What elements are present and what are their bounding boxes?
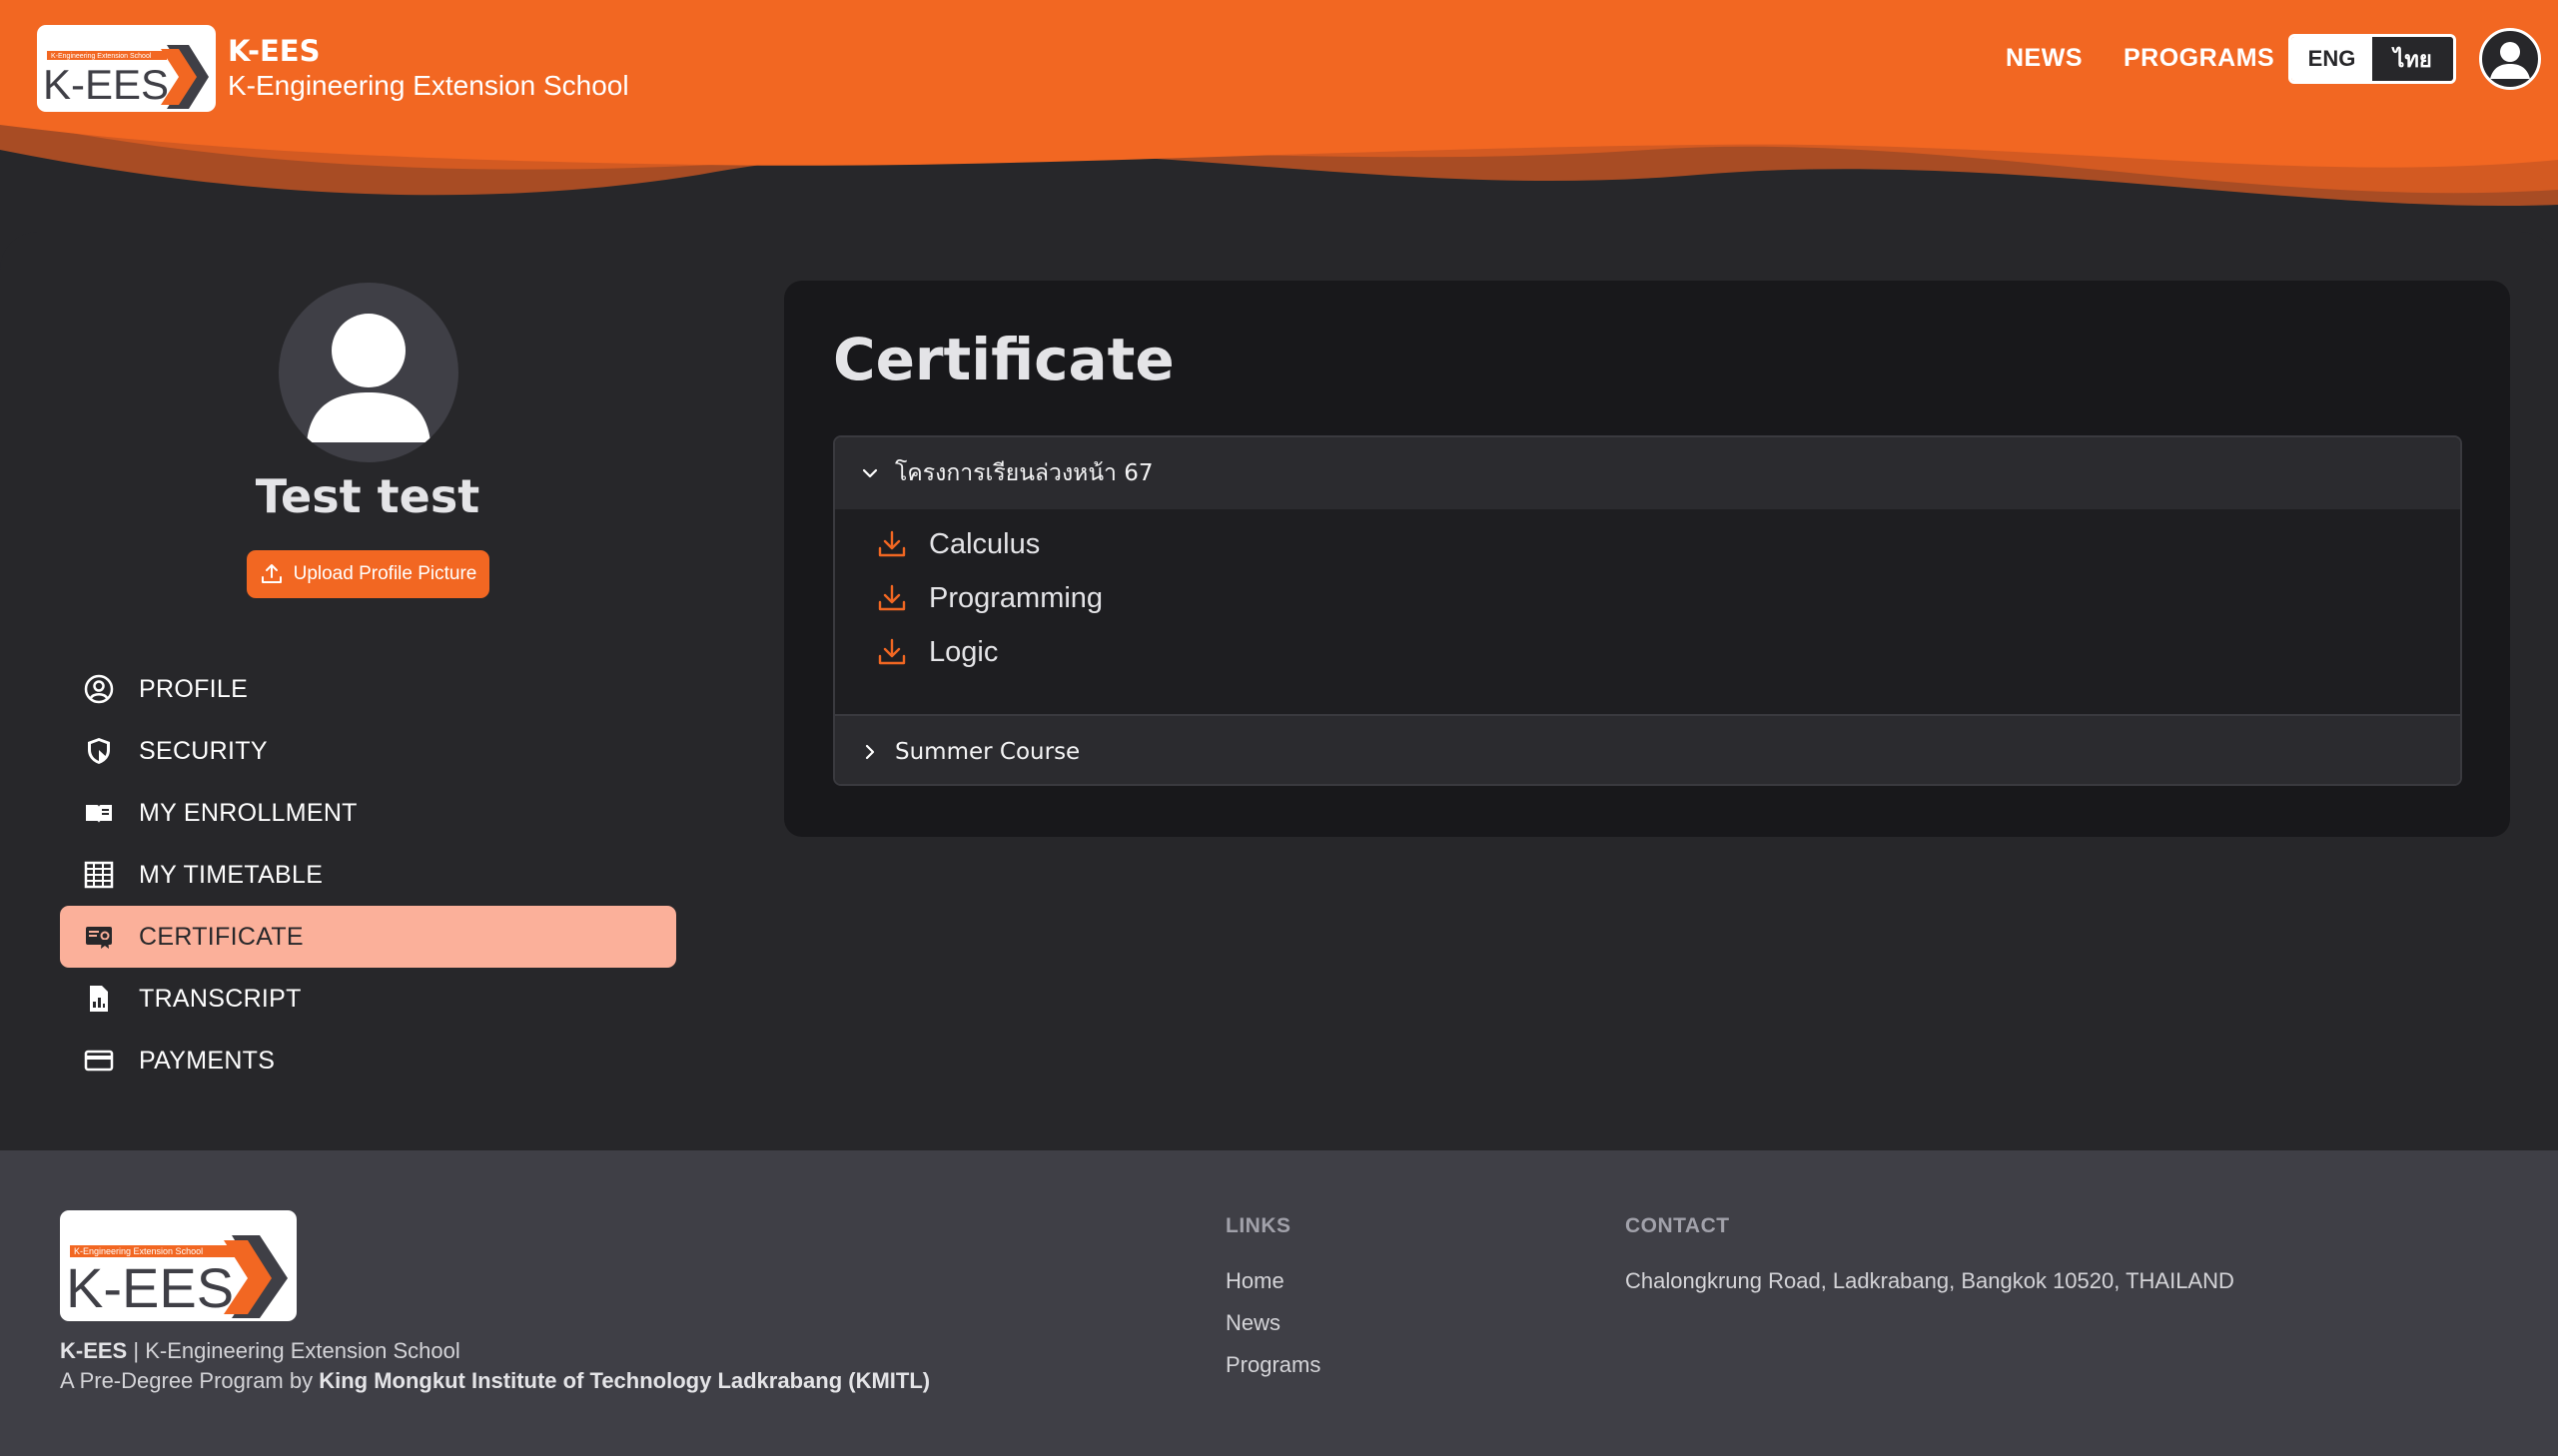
brand-subtitle: K-Engineering Extension School bbox=[228, 70, 629, 101]
sidebar-item-certificate[interactable]: CERTIFICATE bbox=[60, 906, 676, 968]
download-icon bbox=[875, 635, 909, 669]
chevron-down-icon bbox=[859, 462, 881, 484]
certificate-card: Certificate โครงการเรียนล่วงหน้า 67 Calc… bbox=[784, 281, 2510, 837]
footer-link-news[interactable]: News bbox=[1226, 1310, 1280, 1336]
footer-brand-line: K-EES | K-Engineering Extension School bbox=[60, 1338, 460, 1364]
sidebar-item-label: MY TIMETABLE bbox=[139, 860, 324, 889]
sidebar-item-label: CERTIFICATE bbox=[139, 922, 304, 951]
sidebar-item-transcript[interactable]: TRANSCRIPT bbox=[60, 968, 676, 1030]
footer-links-heading: LINKS bbox=[1226, 1214, 1291, 1237]
user-silhouette-icon bbox=[307, 314, 430, 442]
upload-profile-picture-button[interactable]: Upload Profile Picture bbox=[247, 550, 489, 598]
footer-contact-address: Chalongkrung Road, Ladkrabang, Bangkok 1… bbox=[1625, 1268, 2234, 1293]
sidebar-item-label: PAYMENTS bbox=[139, 1046, 276, 1075]
lang-eng-button[interactable]: ENG bbox=[2291, 37, 2372, 81]
sidebar-item-label: MY ENROLLMENT bbox=[139, 798, 358, 827]
credit-card-icon bbox=[83, 1045, 115, 1077]
brand-title: K-EES bbox=[228, 34, 321, 68]
language-toggle: ENG ไทย bbox=[2288, 34, 2456, 84]
footer-brand-name: K-Engineering Extension School bbox=[145, 1338, 460, 1363]
certificate-download-calculus[interactable]: Calculus bbox=[875, 521, 1040, 567]
certificate-label: Logic bbox=[929, 635, 999, 668]
certificate-icon bbox=[83, 921, 115, 953]
footer-tagline-prefix: A Pre-Degree Program by bbox=[60, 1368, 320, 1393]
certificate-download-logic[interactable]: Logic bbox=[875, 629, 998, 675]
site-footer: K-Engineering Extension School K-EES K-E… bbox=[0, 1150, 2558, 1456]
chevron-right-icon bbox=[859, 741, 881, 763]
certificate-label: Programming bbox=[929, 581, 1104, 614]
accordion-header-advance-program[interactable]: โครงการเรียนล่วงหน้า 67 bbox=[835, 437, 2460, 509]
footer-link-home[interactable]: Home bbox=[1226, 1268, 1284, 1294]
accordion-body: Calculus Programming Logic bbox=[835, 509, 2460, 714]
download-icon bbox=[875, 581, 909, 615]
document-chart-icon bbox=[83, 983, 115, 1015]
profile-avatar bbox=[279, 283, 458, 462]
sidebar-item-payments[interactable]: PAYMENTS bbox=[60, 1030, 676, 1092]
user-circle-icon bbox=[2490, 42, 2530, 79]
header-logo[interactable]: K-Engineering Extension School K-EES bbox=[37, 25, 216, 112]
footer-link-programs[interactable]: Programs bbox=[1226, 1352, 1320, 1378]
footer-brand-separator: | bbox=[127, 1338, 146, 1363]
profile-name: Test test bbox=[255, 469, 480, 523]
shield-icon bbox=[83, 735, 115, 767]
certificate-accordion: โครงการเรียนล่วงหน้า 67 Calculus Program… bbox=[833, 435, 2462, 786]
nav-programs[interactable]: PROGRAMS bbox=[2124, 44, 2274, 73]
footer-logo[interactable]: K-Engineering Extension School K-EES bbox=[60, 1210, 297, 1321]
footer-logo-small-text: K-Engineering Extension School bbox=[74, 1246, 203, 1256]
upload-icon bbox=[261, 564, 282, 583]
download-icon bbox=[875, 527, 909, 561]
account-menu-button[interactable] bbox=[2479, 28, 2541, 90]
accordion-header-summer-course[interactable]: Summer Course bbox=[835, 716, 2460, 784]
footer-institution: King Mongkut Institute of Technology Lad… bbox=[319, 1368, 931, 1393]
sidebar-item-label: PROFILE bbox=[139, 674, 249, 703]
sidebar-item-my-enrollment[interactable]: MY ENROLLMENT bbox=[60, 782, 676, 844]
accordion-label: Summer Course bbox=[895, 739, 1081, 765]
footer-brand-short: K-EES bbox=[60, 1338, 128, 1363]
table-icon bbox=[83, 859, 115, 891]
logo-text: K-EES bbox=[43, 61, 169, 108]
user-circle-icon bbox=[83, 673, 115, 705]
book-icon bbox=[83, 797, 115, 829]
footer-logo-text: K-EES bbox=[66, 1256, 234, 1319]
site-header: K-Engineering Extension School K-EES K-E… bbox=[0, 0, 2558, 230]
certificate-download-programming[interactable]: Programming bbox=[875, 575, 1103, 621]
sidebar-item-label: SECURITY bbox=[139, 736, 268, 765]
footer-contact-heading: CONTACT bbox=[1625, 1214, 1730, 1237]
brand: K-EES K-Engineering Extension School bbox=[228, 33, 629, 103]
logo-small-text: K-Engineering Extension School bbox=[51, 53, 152, 60]
certificate-label: Calculus bbox=[929, 527, 1041, 560]
sidebar-item-label: TRANSCRIPT bbox=[139, 984, 302, 1013]
nav-news[interactable]: NEWS bbox=[2006, 44, 2083, 73]
page-title: Certificate bbox=[833, 326, 1175, 393]
sidebar-item-my-timetable[interactable]: MY TIMETABLE bbox=[60, 844, 676, 906]
accordion-label: โครงการเรียนล่วงหน้า 67 bbox=[895, 460, 1154, 486]
upload-label: Upload Profile Picture bbox=[293, 563, 477, 584]
lang-thai-button[interactable]: ไทย bbox=[2372, 37, 2453, 81]
footer-tagline: A Pre-Degree Program by King Mongkut Ins… bbox=[60, 1368, 930, 1394]
sidebar-item-profile[interactable]: PROFILE bbox=[60, 658, 676, 720]
sidebar-item-security[interactable]: SECURITY bbox=[60, 720, 676, 782]
